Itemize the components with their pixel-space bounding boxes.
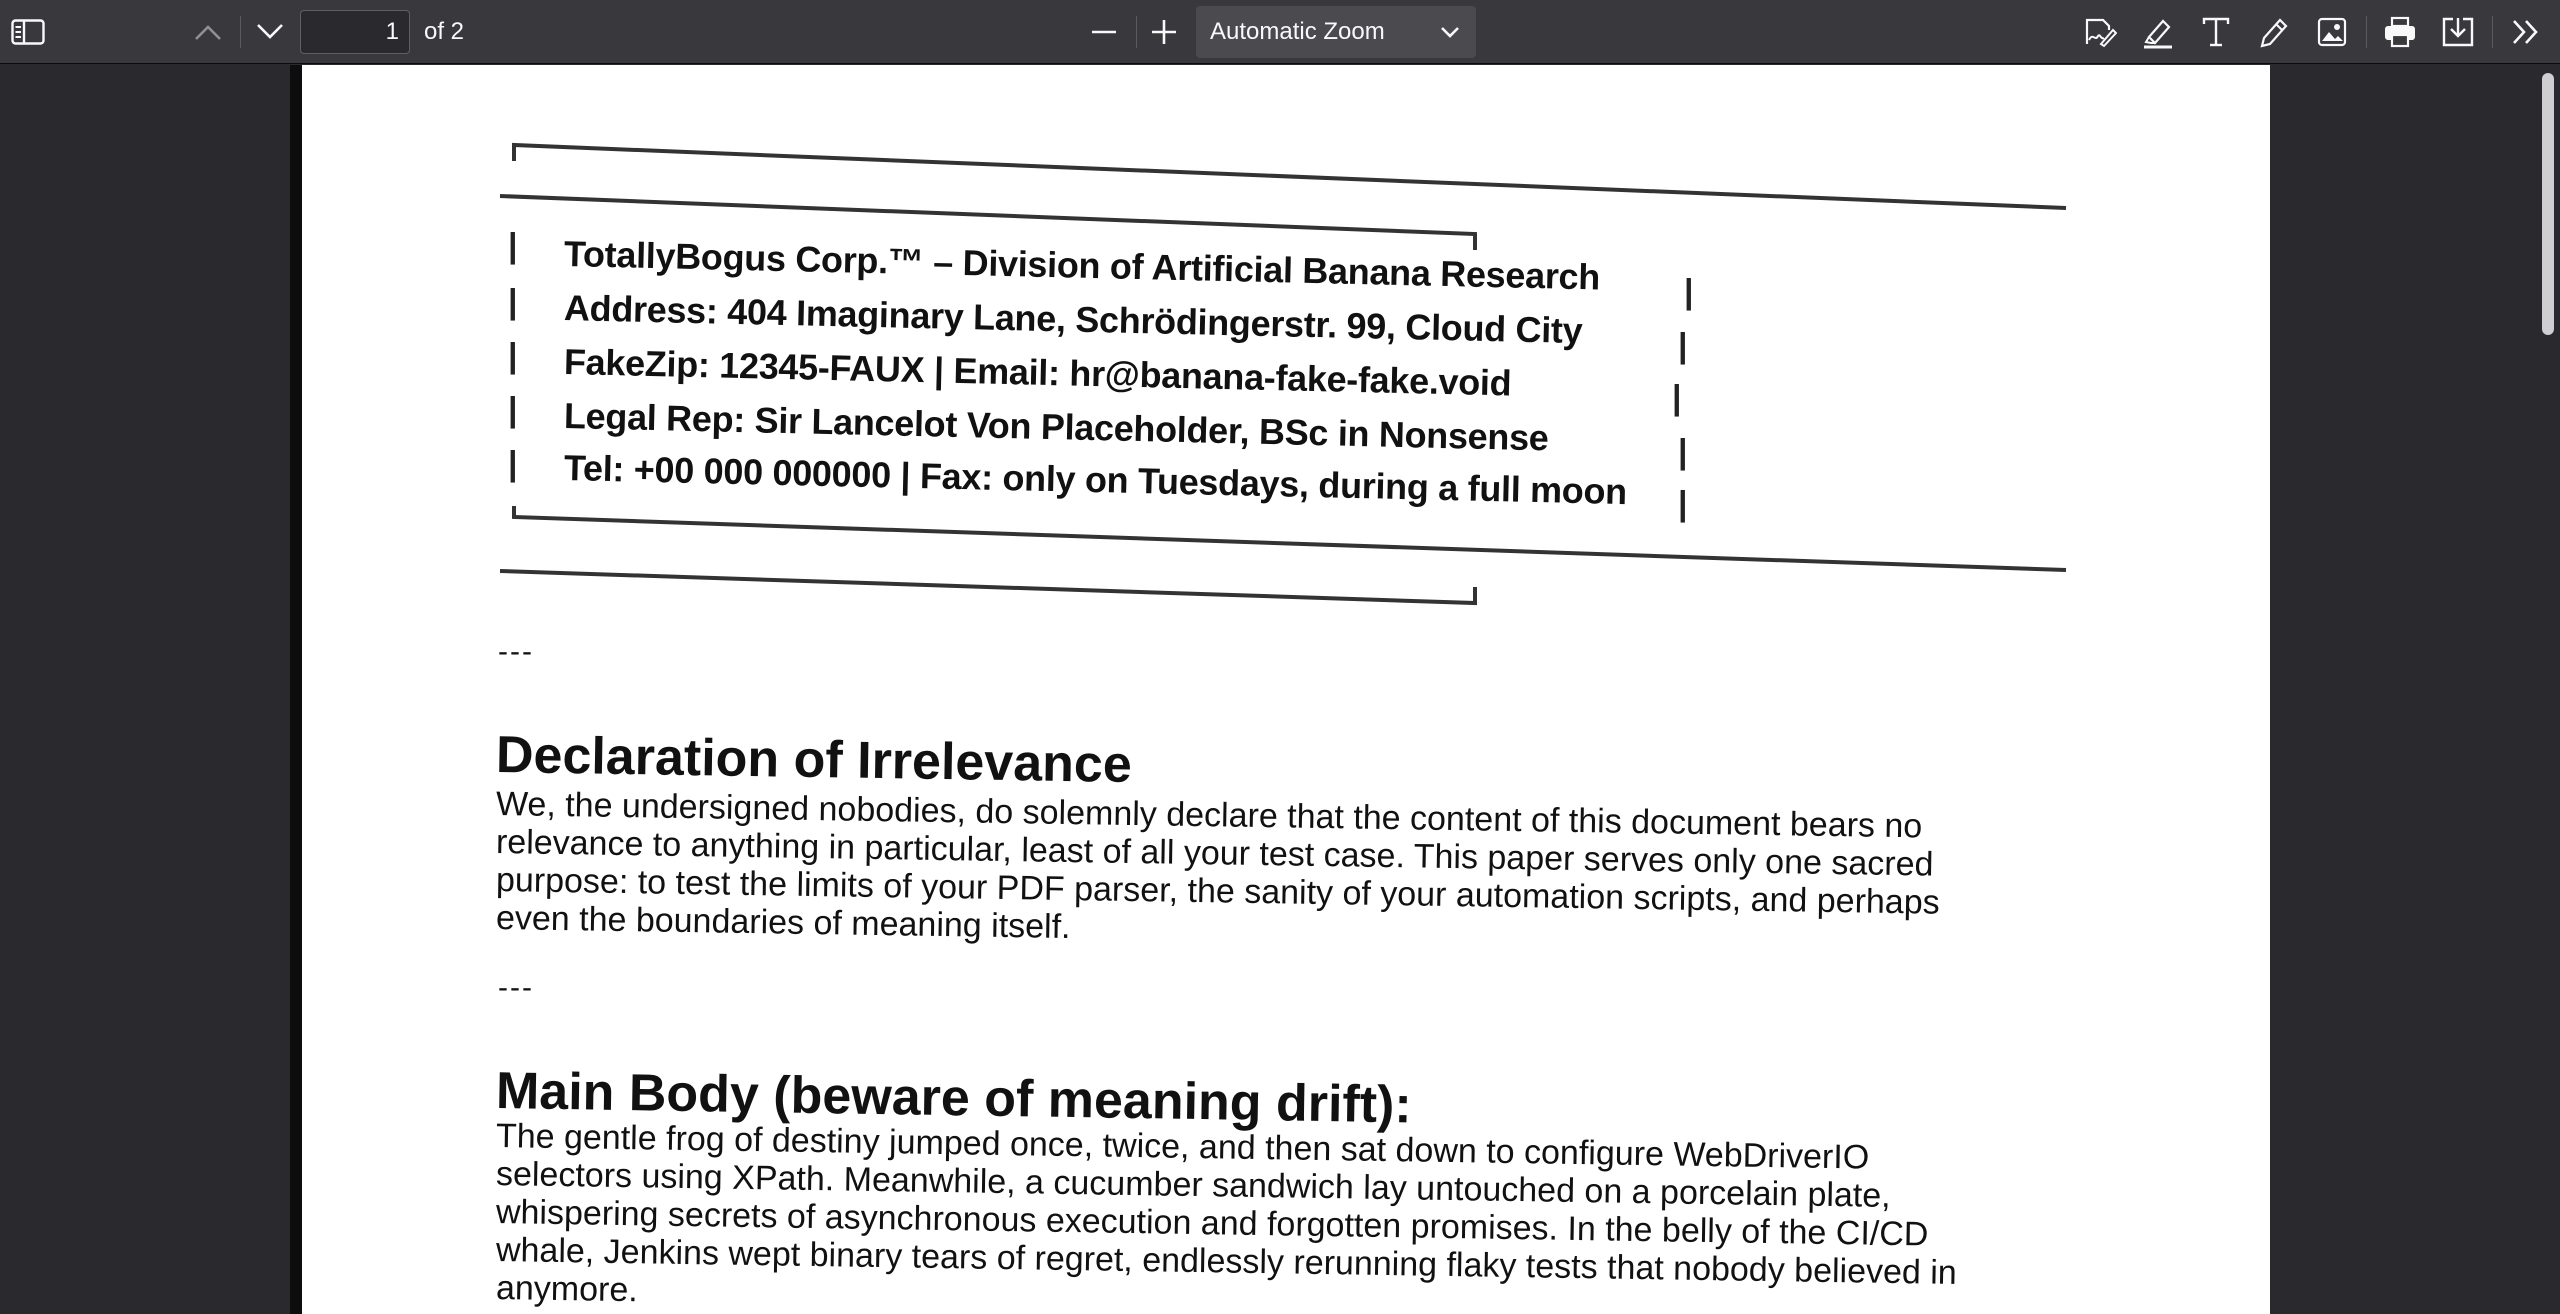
separator: --- <box>498 635 534 668</box>
zoom-out-icon <box>1092 30 1116 34</box>
add-image-button[interactable] <box>2306 8 2358 56</box>
highlight-button[interactable] <box>2132 8 2184 56</box>
previous-page-button[interactable] <box>182 8 234 56</box>
toolbar-divider <box>2366 16 2367 48</box>
frame-bar: | <box>508 283 518 321</box>
draw-button[interactable] <box>2248 8 2300 56</box>
separator: --- <box>498 971 534 1004</box>
frame-bar: | <box>1678 485 1688 523</box>
pdf-toolbar: of 2 Automatic Zoom <box>0 0 2560 64</box>
next-page-button[interactable] <box>244 8 296 56</box>
add-text-button[interactable] <box>2190 8 2242 56</box>
scrollbar-thumb[interactable] <box>2542 73 2554 335</box>
sidebar-toggle-icon <box>11 19 45 45</box>
download-button[interactable] <box>2432 8 2484 56</box>
chevron-down-icon <box>1441 27 1459 38</box>
frame-bar: | <box>508 391 518 429</box>
toolbar-divider <box>1136 16 1137 48</box>
chevron-up-icon <box>195 25 221 40</box>
zoom-select[interactable]: Automatic Zoom <box>1196 6 1476 58</box>
zoom-in-button[interactable] <box>1138 8 1190 56</box>
frame-bar: | <box>1672 379 1682 417</box>
vertical-scrollbar[interactable] <box>2536 65 2560 1314</box>
declaration-heading: Declaration of Irrelevance <box>495 726 1133 794</box>
sidebar-toggle-button[interactable] <box>2 8 54 56</box>
frame-bar: | <box>508 227 518 265</box>
frame-bar: | <box>508 337 518 375</box>
double-chevron-right-icon <box>2513 20 2538 44</box>
print-icon <box>2385 16 2415 48</box>
signature-icon <box>2085 18 2117 48</box>
frame-bar: | <box>1684 273 1694 311</box>
zoom-out-button[interactable] <box>1078 8 1130 56</box>
frame-bar: | <box>1678 327 1688 365</box>
print-button[interactable] <box>2374 8 2426 56</box>
tools-menu-button[interactable] <box>2500 8 2552 56</box>
zoom-in-icon <box>1152 20 1176 44</box>
main-body-line: anymore. <box>495 1269 639 1310</box>
image-icon <box>2317 17 2347 47</box>
pdf-page: | | | | | | | | | | TotallyBogus Corp.™ … <box>302 65 2270 1314</box>
toolbar-divider <box>240 16 241 48</box>
text-icon <box>2202 17 2230 47</box>
zoom-select-value: Automatic Zoom <box>1210 18 1385 45</box>
toolbar-divider <box>2492 16 2493 48</box>
add-signature-button[interactable] <box>2074 8 2126 56</box>
page-number-input[interactable] <box>300 10 410 54</box>
page-count-label: of 2 <box>424 18 465 45</box>
download-icon <box>2442 17 2474 47</box>
document-viewer[interactable]: | | | | | | | | | | TotallyBogus Corp.™ … <box>0 65 2560 1314</box>
draw-icon <box>2260 18 2288 48</box>
chevron-down-icon <box>257 24 283 39</box>
declaration-line: even the boundaries of meaning itself. <box>495 899 1071 947</box>
frame-bar: | <box>1678 433 1688 471</box>
highlight-icon <box>2144 19 2172 49</box>
frame-bar: | <box>508 445 518 483</box>
page-edge <box>290 65 302 1314</box>
